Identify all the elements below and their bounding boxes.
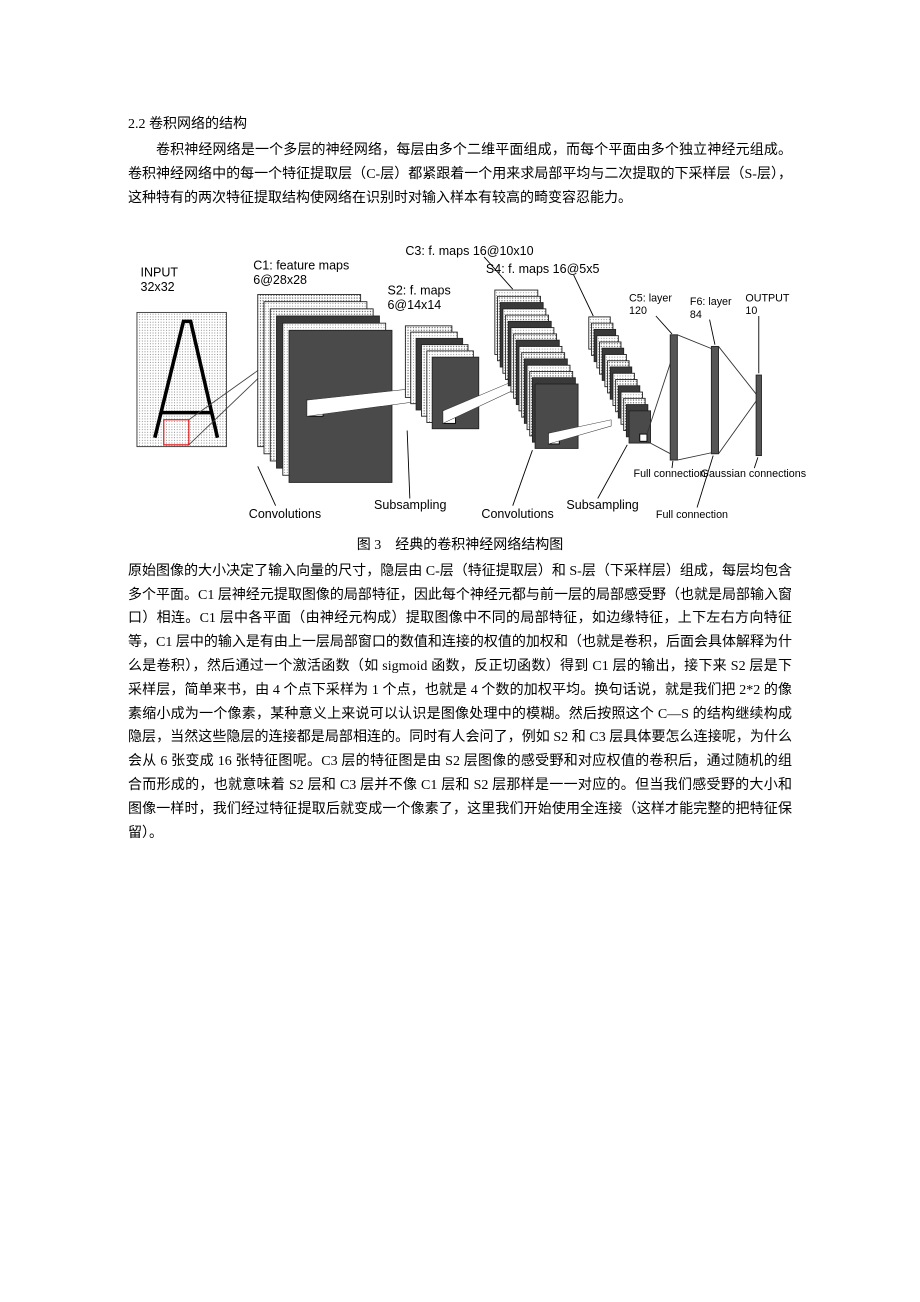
op-full-1: Full connection: [634, 468, 706, 480]
label-f6-size: 84: [690, 308, 702, 320]
document-page: 2.2 卷积网络的结构 卷积神经网络是一个多层的神经网络，每层由多个二维平面组成…: [0, 0, 920, 845]
label-c3-title: C3: f. maps 16@10x10: [405, 244, 533, 258]
intro-paragraph: 卷积神经网络是一个多层的神经网络，每层由多个二维平面组成，而每个平面由多个独立神…: [128, 139, 792, 210]
label-s2-size: 6@14x14: [387, 297, 441, 311]
f6-column: [711, 346, 718, 453]
s2-stack: [405, 325, 478, 428]
label-out-title: OUTPUT: [745, 292, 790, 304]
c1-stack: [258, 294, 392, 482]
lenet-figure: INPUT 32x32 C1: feature maps 6@28x28 S2:…: [128, 239, 792, 529]
op-conv-1: Convolutions: [249, 507, 321, 521]
label-c5-size: 120: [629, 305, 647, 317]
op-sub-2: Subsampling: [566, 498, 638, 512]
label-s4-title: S4: f. maps 16@5x5: [486, 262, 600, 276]
label-f6-title: F6: layer: [690, 296, 732, 308]
figure-caption: 图 3 经典的卷积神经网络结构图: [128, 533, 792, 558]
label-input-title: INPUT: [141, 265, 179, 279]
op-conv-2: Convolutions: [481, 507, 553, 521]
c3-stack: [495, 290, 578, 448]
op-full-2: Full connection: [656, 509, 728, 521]
label-c1-title: C1: feature maps: [253, 258, 349, 272]
label-out-size: 10: [745, 305, 757, 317]
op-gauss: Gaussian connections: [701, 468, 806, 480]
section-heading: 2.2 卷积网络的结构: [128, 112, 792, 137]
label-s2-title: S2: f. maps: [387, 283, 450, 297]
op-sub-1: Subsampling: [374, 498, 446, 512]
output-column: [756, 375, 761, 456]
c5-column: [670, 334, 677, 459]
label-c1-size: 6@28x28: [253, 272, 307, 286]
lenet-diagram-svg: INPUT 32x32 C1: feature maps 6@28x28 S2:…: [128, 239, 808, 529]
body-paragraph: 原始图像的大小决定了输入向量的尺寸，隐层由 C-层（特征提取层）和 S-层（下采…: [128, 560, 792, 846]
label-input-size: 32x32: [141, 280, 175, 294]
label-c5-title: C5: layer: [629, 292, 672, 304]
